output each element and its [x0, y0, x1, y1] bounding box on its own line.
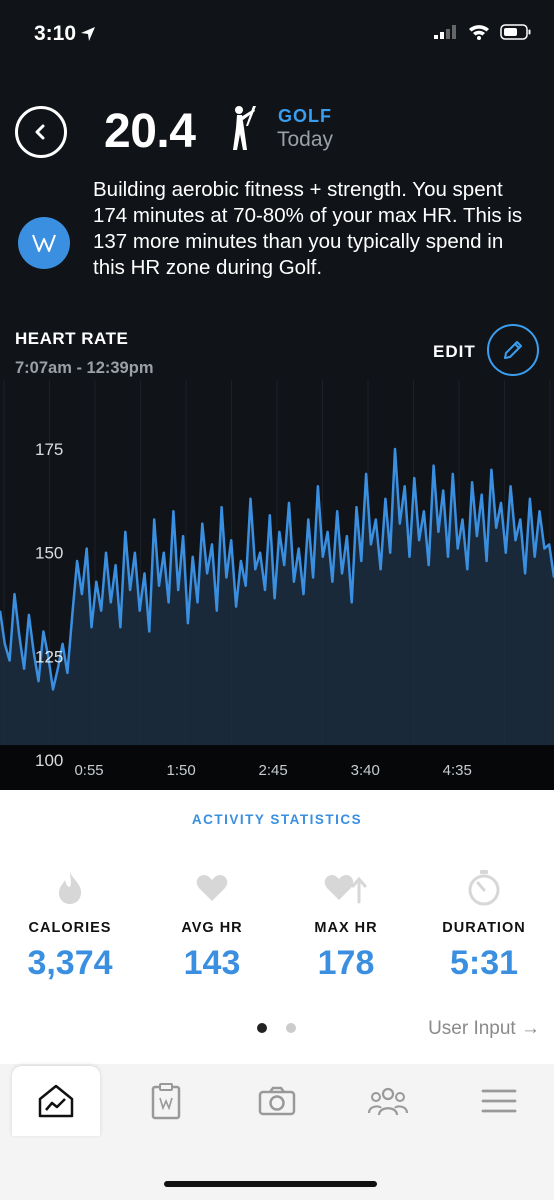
x-tick-label: 0:55 [74, 762, 103, 779]
activity-statistics-title: ACTIVITY STATISTICS [191, 812, 363, 827]
status-time: 3:10 [34, 22, 96, 46]
status-icons [434, 24, 532, 40]
stopwatch-icon [414, 868, 554, 908]
camera-icon [258, 1086, 296, 1116]
x-tick-label: 4:35 [443, 762, 472, 779]
edit-label[interactable]: EDIT [433, 342, 476, 362]
clipboard-icon [151, 1083, 181, 1120]
page-dot-1[interactable] [257, 1023, 267, 1033]
pencil-icon [504, 341, 522, 359]
flame-icon [0, 868, 140, 908]
coach-insight: Building aerobic fitness + strength. You… [93, 178, 523, 279]
heart-rate-time-range: 7:07am - 12:39pm [15, 359, 154, 377]
coach-avatar [18, 217, 70, 269]
x-tick-label: 2:45 [259, 762, 288, 779]
home-chart-icon [38, 1084, 74, 1118]
hamburger-icon [481, 1089, 517, 1113]
tab-menu[interactable] [455, 1066, 543, 1136]
activity-day: Today [277, 128, 334, 151]
home-indicator [164, 1181, 377, 1187]
tab-community[interactable] [344, 1066, 432, 1136]
whoop-logo-icon [32, 234, 56, 252]
heart-rate-chart: 100 125 150 175 0:55 1:50 2:45 3:40 4:35 [0, 380, 554, 790]
people-icon [368, 1087, 408, 1116]
golfer-icon [224, 104, 258, 157]
tab-camera[interactable] [233, 1066, 321, 1136]
heart-rate-title: HEART RATE [15, 329, 129, 348]
x-tick-label: 1:50 [167, 762, 196, 779]
stat-duration: DURATION 5:31 [414, 868, 554, 983]
location-arrow-icon [81, 27, 96, 41]
sport-name: GOLF [278, 106, 332, 126]
battery-icon [500, 24, 531, 40]
wifi-icon [469, 25, 489, 40]
heart-icon [142, 868, 282, 908]
edit-button[interactable] [487, 324, 539, 376]
heart-up-icon [276, 868, 416, 908]
strain-score: 20.4 [104, 105, 196, 158]
tab-journal[interactable] [122, 1066, 210, 1136]
chevron-left-icon [35, 124, 45, 140]
y-tick-label: 175 [35, 440, 63, 459]
stat-max-hr: MAX HR 178 [276, 868, 416, 983]
user-input-link[interactable]: User Input → [428, 1018, 540, 1040]
y-tick-label: 150 [35, 544, 63, 563]
back-button[interactable] [15, 106, 67, 158]
activity-header-panel: 3:10 20.4 GOLF Today Building aerobic fi… [0, 0, 554, 790]
stat-avg-hr: AVG HR 143 [142, 868, 282, 983]
x-tick-label: 3:40 [351, 762, 380, 779]
stat-calories: CALORIES 3,374 [0, 868, 140, 983]
page-indicator[interactable] [257, 1023, 296, 1033]
page-dot-2[interactable] [286, 1023, 296, 1033]
tab-home[interactable] [12, 1066, 100, 1136]
signal-icon [434, 25, 456, 39]
y-tick-label: 125 [35, 647, 63, 666]
y-tick-label: 100 [35, 751, 63, 770]
